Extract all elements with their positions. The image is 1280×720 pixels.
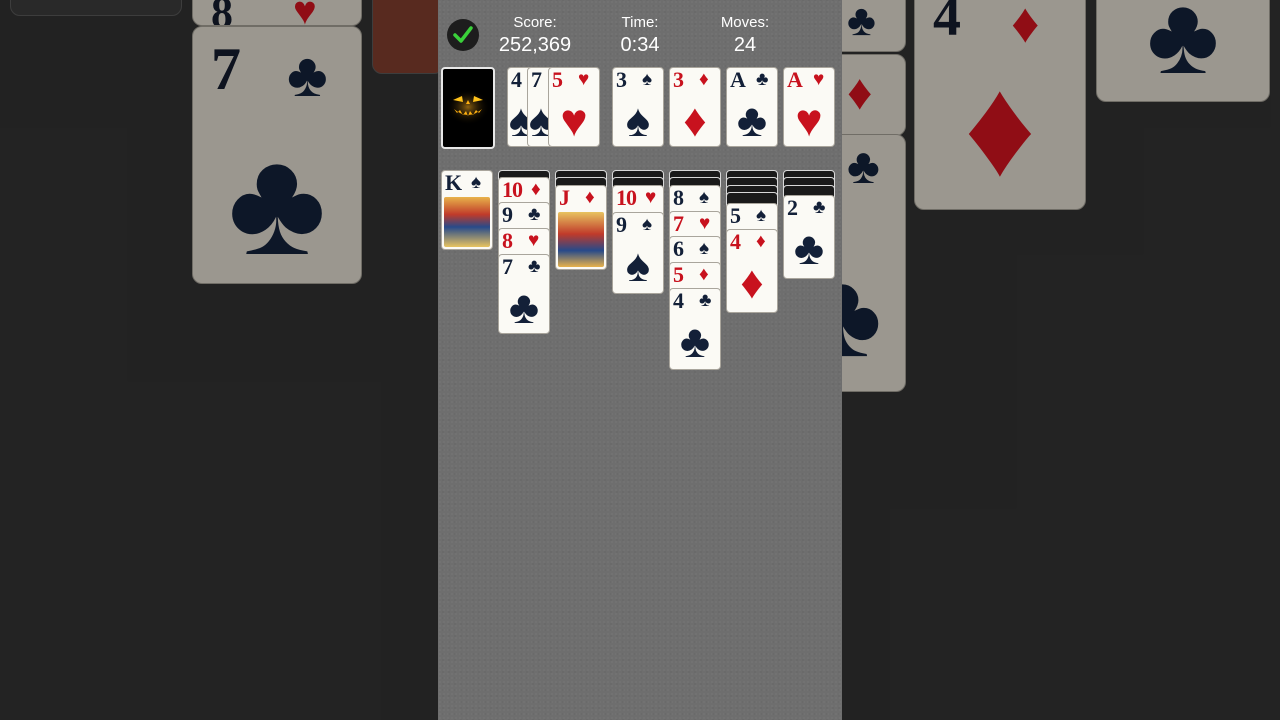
foundation-hearts[interactable]: A ♥ ♥ — [783, 67, 835, 147]
tableau-card[interactable]: 4 ♣ ♣ — [669, 288, 721, 370]
waste-top-card[interactable]: 5 ♥ ♥ — [548, 67, 600, 147]
tableau-card[interactable]: 7 ♣ ♣ — [498, 254, 550, 334]
stock-pile[interactable] — [441, 67, 495, 149]
foundation-clubs[interactable]: A ♣ ♣ — [726, 67, 778, 147]
jack-o-lantern-icon — [446, 89, 490, 125]
tableau-card[interactable]: J ♦ — [555, 185, 607, 270]
foundation-diamonds[interactable]: 3 ♦ ♦ — [669, 67, 721, 147]
time-display: Time: 0:34 — [608, 14, 672, 58]
moves-value: 24 — [733, 34, 757, 56]
foundation-spades[interactable]: 3 ♠ ♠ — [612, 67, 664, 147]
tableau-card[interactable]: 2 ♣ ♣ — [783, 195, 835, 279]
tableau-card[interactable]: K ♠ — [441, 170, 493, 250]
score-value: 252,369 — [498, 34, 572, 56]
background-dim — [842, 0, 1280, 720]
background-dim — [0, 0, 438, 720]
time-value: 0:34 — [620, 34, 660, 56]
game-board: Score: 252,369 Time: 0:34 Moves: 24 4 ♠ — [438, 0, 842, 720]
score-display: Score: 252,369 — [490, 14, 580, 58]
jack-face-art — [558, 212, 604, 267]
tableau-card[interactable]: 9 ♠ ♠ — [612, 212, 664, 294]
hint-check-button[interactable] — [447, 19, 479, 51]
background-right: ♣ ♦ ♣ ♣ 4 ♦ ♦ ♣ — [842, 0, 1280, 720]
tableau-card[interactable]: 4 ♦ ♦ — [726, 229, 778, 313]
checkmark-icon — [453, 26, 473, 43]
moves-label: Moves: — [720, 14, 770, 31]
time-label: Time: — [621, 14, 659, 31]
king-face-art — [444, 197, 490, 247]
background-left: 8 ♥ 7 ♣ ♣ — [0, 0, 438, 720]
moves-display: Moves: 24 — [710, 14, 780, 58]
score-label: Score: — [513, 14, 557, 31]
